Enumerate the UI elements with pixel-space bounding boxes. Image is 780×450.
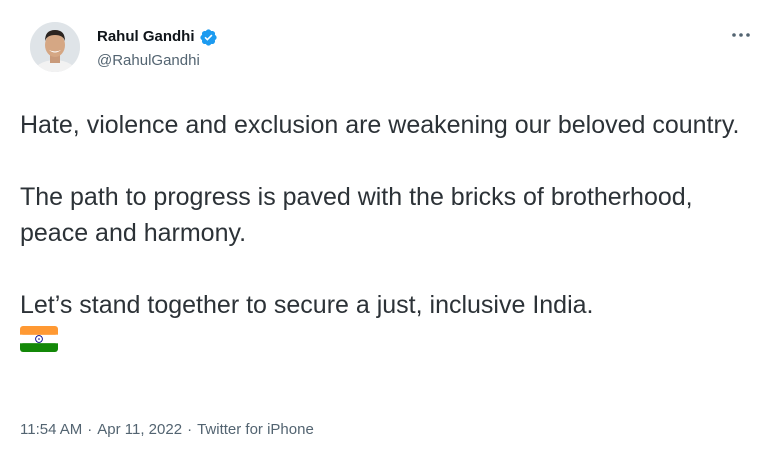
avatar[interactable] xyxy=(30,22,80,72)
verified-badge-icon xyxy=(199,28,218,47)
tweet-source[interactable]: Twitter for iPhone xyxy=(197,420,314,440)
tweet-paragraph-1: Hate, violence and exclusion are weakeni… xyxy=(20,111,740,139)
profile-photo-icon xyxy=(30,22,80,72)
tweet-time[interactable]: 11:54 AM xyxy=(20,420,82,440)
tweet-metadata: 11:54 AM · Apr 11, 2022 · Twitter for iP… xyxy=(20,420,314,440)
tweet-paragraph-2: The path to progress is paved with the b… xyxy=(20,183,693,247)
author-name-row: Rahul Gandhi xyxy=(97,27,218,47)
tweet-paragraph-3: Let’s stand together to secure a just, i… xyxy=(20,291,594,319)
author-display-name[interactable]: Rahul Gandhi xyxy=(97,27,195,47)
meta-separator: · xyxy=(187,421,193,438)
meta-separator: · xyxy=(87,421,93,438)
more-options-icon[interactable] xyxy=(728,26,754,44)
author-handle[interactable]: @RahulGandhi xyxy=(97,51,200,71)
tweet-date[interactable]: Apr 11, 2022 xyxy=(97,420,182,440)
india-flag-icon xyxy=(20,326,58,352)
tweet-text: Hate, violence and exclusion are weakeni… xyxy=(20,107,760,352)
tweet-card: Rahul Gandhi @RahulGandhi Hate, violence… xyxy=(0,0,780,450)
